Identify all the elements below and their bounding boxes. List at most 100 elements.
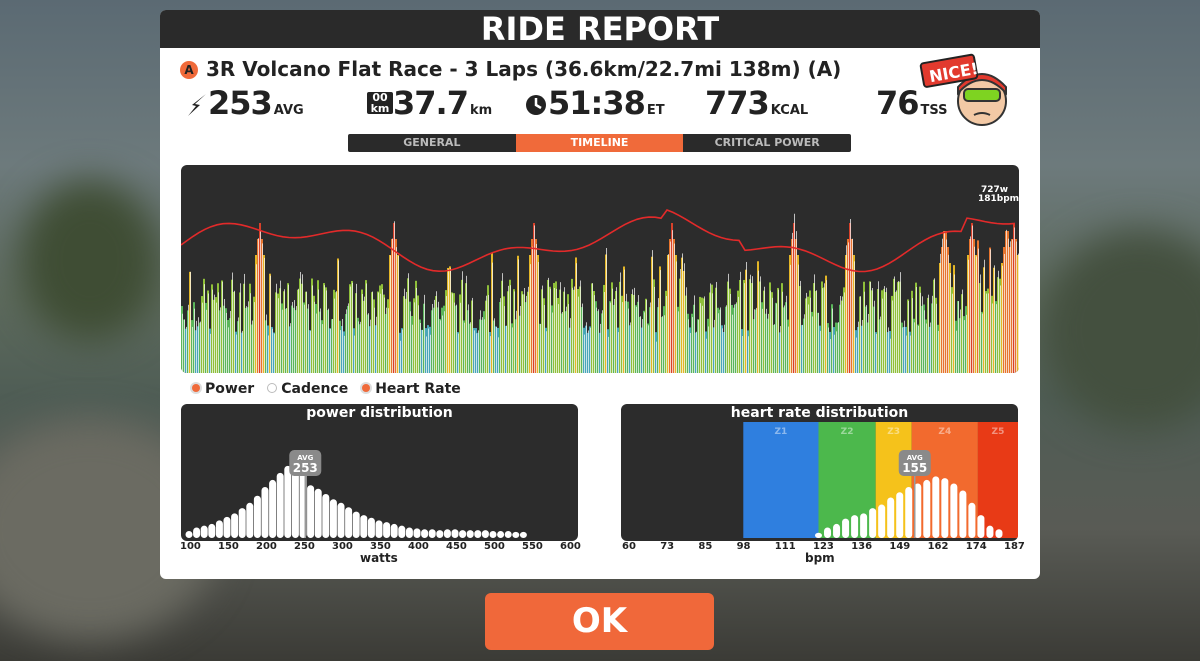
tss-value: 76 bbox=[876, 84, 920, 122]
cadence-tick bbox=[248, 301, 249, 373]
cadence-tick bbox=[980, 274, 981, 373]
cadence-tick bbox=[986, 293, 987, 373]
cadence-tick bbox=[910, 335, 911, 373]
cadence-tick bbox=[814, 274, 815, 373]
elapsed-time-unit: ET bbox=[646, 103, 665, 118]
cadence-tick bbox=[1012, 239, 1013, 373]
cadence-tick bbox=[246, 306, 247, 373]
distance-unit: km bbox=[469, 103, 493, 118]
cadence-tick bbox=[788, 326, 789, 373]
cadence-tick bbox=[904, 320, 905, 373]
hr-bin-bar bbox=[959, 490, 967, 538]
cadence-tick bbox=[558, 304, 559, 373]
cadence-tick bbox=[446, 296, 447, 373]
cadence-tick bbox=[350, 286, 351, 373]
cadence-tick bbox=[880, 316, 881, 373]
cadence-tick bbox=[324, 285, 325, 373]
cadence-tick bbox=[878, 281, 879, 373]
cadence-tick bbox=[754, 309, 755, 373]
power-bin-bar bbox=[436, 530, 444, 538]
power-tick-label: 500 bbox=[484, 541, 505, 552]
cadence-tick bbox=[826, 280, 827, 373]
cadence-tick bbox=[520, 306, 521, 373]
cadence-tick bbox=[202, 302, 203, 373]
cadence-tick bbox=[330, 328, 331, 373]
power-tick-label: 550 bbox=[522, 541, 543, 552]
cadence-tick bbox=[936, 303, 937, 373]
cadence-tick bbox=[870, 282, 871, 373]
cadence-tick bbox=[830, 339, 831, 373]
ok-button[interactable]: OK bbox=[485, 593, 714, 650]
cadence-tick bbox=[638, 295, 639, 373]
cadence-tick bbox=[708, 326, 709, 373]
tab-critical-power[interactable]: CRITICAL POWER bbox=[683, 134, 851, 152]
cadence-tick bbox=[586, 322, 587, 373]
cadence-tick bbox=[386, 307, 387, 373]
cadence-tick bbox=[658, 298, 659, 373]
avg-power-unit: AVG bbox=[273, 103, 304, 118]
cadence-tick bbox=[930, 322, 931, 373]
cadence-tick bbox=[484, 319, 485, 373]
cadence-tick bbox=[774, 324, 775, 373]
power-bin-bar bbox=[489, 530, 497, 538]
cadence-tick bbox=[448, 268, 449, 373]
hr-tick-label: 136 bbox=[851, 541, 873, 552]
legend-cadence[interactable]: Cadence bbox=[268, 381, 348, 397]
cadence-tick bbox=[486, 295, 487, 373]
cadence-tick bbox=[714, 319, 715, 373]
cadence-tick bbox=[454, 302, 455, 373]
cadence-tick bbox=[668, 254, 669, 373]
tab-general[interactable]: GENERAL bbox=[348, 134, 516, 152]
power-bin-bar bbox=[375, 520, 383, 538]
cadence-tick bbox=[780, 326, 781, 373]
cadence-tick bbox=[494, 318, 495, 373]
heart-rate-line bbox=[181, 209, 1016, 273]
panel-title: RIDE REPORT bbox=[160, 10, 1040, 48]
cadence-tick bbox=[368, 313, 369, 373]
cadence-tick bbox=[508, 285, 509, 373]
cadence-tick bbox=[746, 261, 747, 373]
power-bin-bar bbox=[383, 522, 391, 538]
legend-heart-rate[interactable]: Heart Rate bbox=[362, 381, 461, 397]
legend-power[interactable]: Power bbox=[192, 381, 254, 397]
cadence-tick bbox=[562, 311, 563, 373]
cadence-tick bbox=[944, 231, 945, 373]
cadence-tick bbox=[854, 261, 855, 373]
cadence-tick bbox=[688, 319, 689, 373]
cadence-tick bbox=[462, 271, 463, 373]
cadence-tick bbox=[640, 316, 641, 373]
cadence-tick bbox=[606, 247, 607, 373]
cadence-tick bbox=[436, 291, 437, 373]
cadence-tick bbox=[380, 293, 381, 373]
cadence-tick bbox=[734, 304, 735, 373]
cadence-tick bbox=[568, 304, 569, 373]
cadence-tick bbox=[188, 304, 189, 373]
cadence-tick bbox=[458, 333, 459, 373]
hr-tick-label: 98 bbox=[736, 541, 751, 552]
cadence-tick bbox=[632, 289, 633, 373]
cadence-tick bbox=[214, 294, 215, 373]
cadence-tick bbox=[372, 291, 373, 373]
hr-zone-label: Z1 bbox=[774, 427, 787, 437]
power-bin-bar bbox=[481, 530, 489, 538]
cadence-tick bbox=[900, 272, 901, 373]
tab-timeline[interactable]: TIMELINE bbox=[515, 134, 684, 152]
cadence-tick bbox=[908, 300, 909, 373]
cadence-tick bbox=[232, 272, 233, 373]
power-bin-bar bbox=[215, 520, 223, 538]
stat-distance: 00 km 37.7 km bbox=[367, 84, 492, 124]
power-avg-value: 253 bbox=[293, 461, 318, 475]
cadence-tick bbox=[622, 302, 623, 373]
cadence-tick bbox=[748, 336, 749, 373]
power-distribution-title: power distribution bbox=[306, 405, 453, 421]
hr-bin-bar bbox=[833, 523, 841, 538]
cadence-tick bbox=[322, 324, 323, 373]
cadence-tick bbox=[552, 312, 553, 373]
cadence-tick bbox=[560, 282, 561, 373]
cadence-tick bbox=[922, 296, 923, 373]
power-bin-bar bbox=[193, 527, 201, 538]
cadence-tick bbox=[538, 262, 539, 373]
cadence-tick bbox=[958, 301, 959, 373]
cadence-tick bbox=[440, 320, 441, 373]
cadence-tick bbox=[432, 303, 433, 373]
